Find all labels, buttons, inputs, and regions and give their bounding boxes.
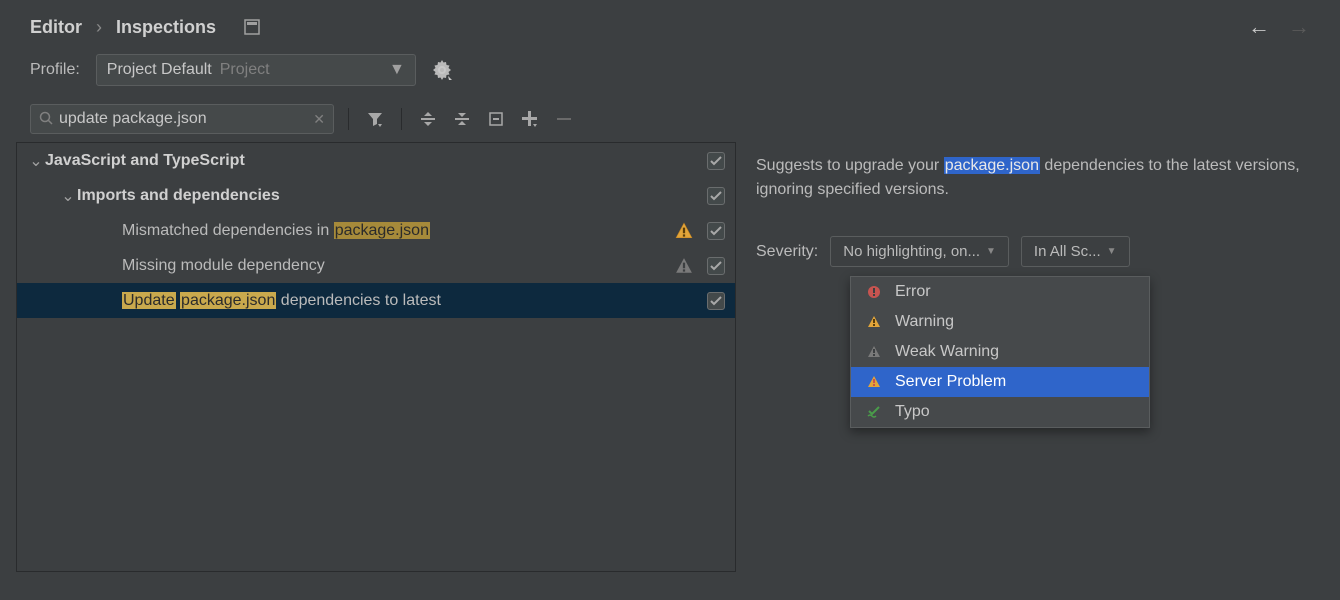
tree-item-missing[interactable]: Missing module dependency [17,248,735,283]
chevron-down-icon: ▼ [389,61,405,79]
profile-scope: Project [220,61,270,79]
typo-icon [865,403,883,421]
expand-all-icon[interactable] [416,107,440,131]
add-icon[interactable] [518,107,542,131]
window-icon[interactable] [244,19,260,35]
tree-item-label: Mismatched dependencies in package.json [122,222,430,240]
tree-item-label: Update package.json dependencies to late… [122,292,441,310]
tree-group-label: JavaScript and TypeScript [45,152,245,170]
chevron-down-icon: ▼ [1107,246,1117,257]
collapse-all-icon[interactable] [450,107,474,131]
checkbox[interactable] [707,292,725,310]
profile-label: Profile: [30,61,80,79]
severity-option-label: Error [895,283,931,301]
reset-icon[interactable] [484,107,508,131]
severity-option-label: Server Problem [895,373,1006,391]
search-input[interactable] [59,110,313,128]
chevron-down-icon[interactable]: ⌄ [27,151,45,171]
weak-warning-icon [865,343,883,361]
error-icon [865,283,883,301]
tree-item-mismatched[interactable]: Mismatched dependencies in package.json [17,213,735,248]
inspection-details: Suggests to upgrade your package.json de… [756,142,1324,572]
chevron-right-icon: › [96,17,102,38]
severity-option-label: Weak Warning [895,343,999,361]
search-icon [39,111,53,128]
checkbox[interactable] [707,257,725,275]
severity-option-error[interactable]: Error [851,277,1149,307]
breadcrumb: Editor › Inspections [30,17,260,38]
remove-icon[interactable] [552,107,576,131]
clear-search-icon[interactable]: ✕ [313,111,325,128]
severity-option-weak[interactable]: Weak Warning [851,337,1149,367]
checkbox[interactable] [707,152,725,170]
warning-icon [675,222,693,240]
separator [348,108,349,130]
filter-icon[interactable] [363,107,387,131]
severity-option-typo[interactable]: Typo [851,397,1149,427]
warning-icon [865,313,883,331]
chevron-down-icon[interactable]: ⌄ [59,186,77,206]
weak-warning-icon [675,257,693,275]
breadcrumb-inspections: Inspections [116,17,216,38]
gear-icon[interactable] [432,60,452,80]
severity-option-label: Warning [895,313,954,331]
severity-popup: Error Warning Weak Warning Server Proble… [850,276,1150,428]
separator [401,108,402,130]
forward-arrow-icon: → [1288,14,1310,40]
tree-group-js-ts[interactable]: ⌄ JavaScript and TypeScript [17,143,735,178]
profile-value: Project Default [107,61,212,79]
chevron-down-icon: ▼ [986,246,996,257]
server-problem-icon [865,373,883,391]
severity-option-server[interactable]: Server Problem [851,367,1149,397]
breadcrumb-editor[interactable]: Editor [30,17,82,38]
severity-option-warning[interactable]: Warning [851,307,1149,337]
inspection-tree: ⌄ JavaScript and TypeScript ⌄ Imports an… [16,142,736,572]
severity-label: Severity: [756,243,818,261]
severity-option-label: Typo [895,403,930,421]
search-input-container[interactable]: ✕ [30,104,334,134]
tree-item-label: Missing module dependency [122,257,325,275]
tree-group-imports[interactable]: ⌄ Imports and dependencies [17,178,735,213]
severity-dropdown[interactable]: No highlighting, on...▼ [830,236,1009,267]
tree-group-label: Imports and dependencies [77,187,280,205]
profile-dropdown[interactable]: Project Default Project ▼ [96,54,416,86]
checkbox[interactable] [707,222,725,240]
scope-dropdown[interactable]: In All Sc...▼ [1021,236,1130,267]
inspection-description: Suggests to upgrade your package.json de… [756,154,1304,202]
back-arrow-icon[interactable]: ← [1248,14,1270,40]
checkbox[interactable] [707,187,725,205]
tree-item-update[interactable]: Update package.json dependencies to late… [17,283,735,318]
